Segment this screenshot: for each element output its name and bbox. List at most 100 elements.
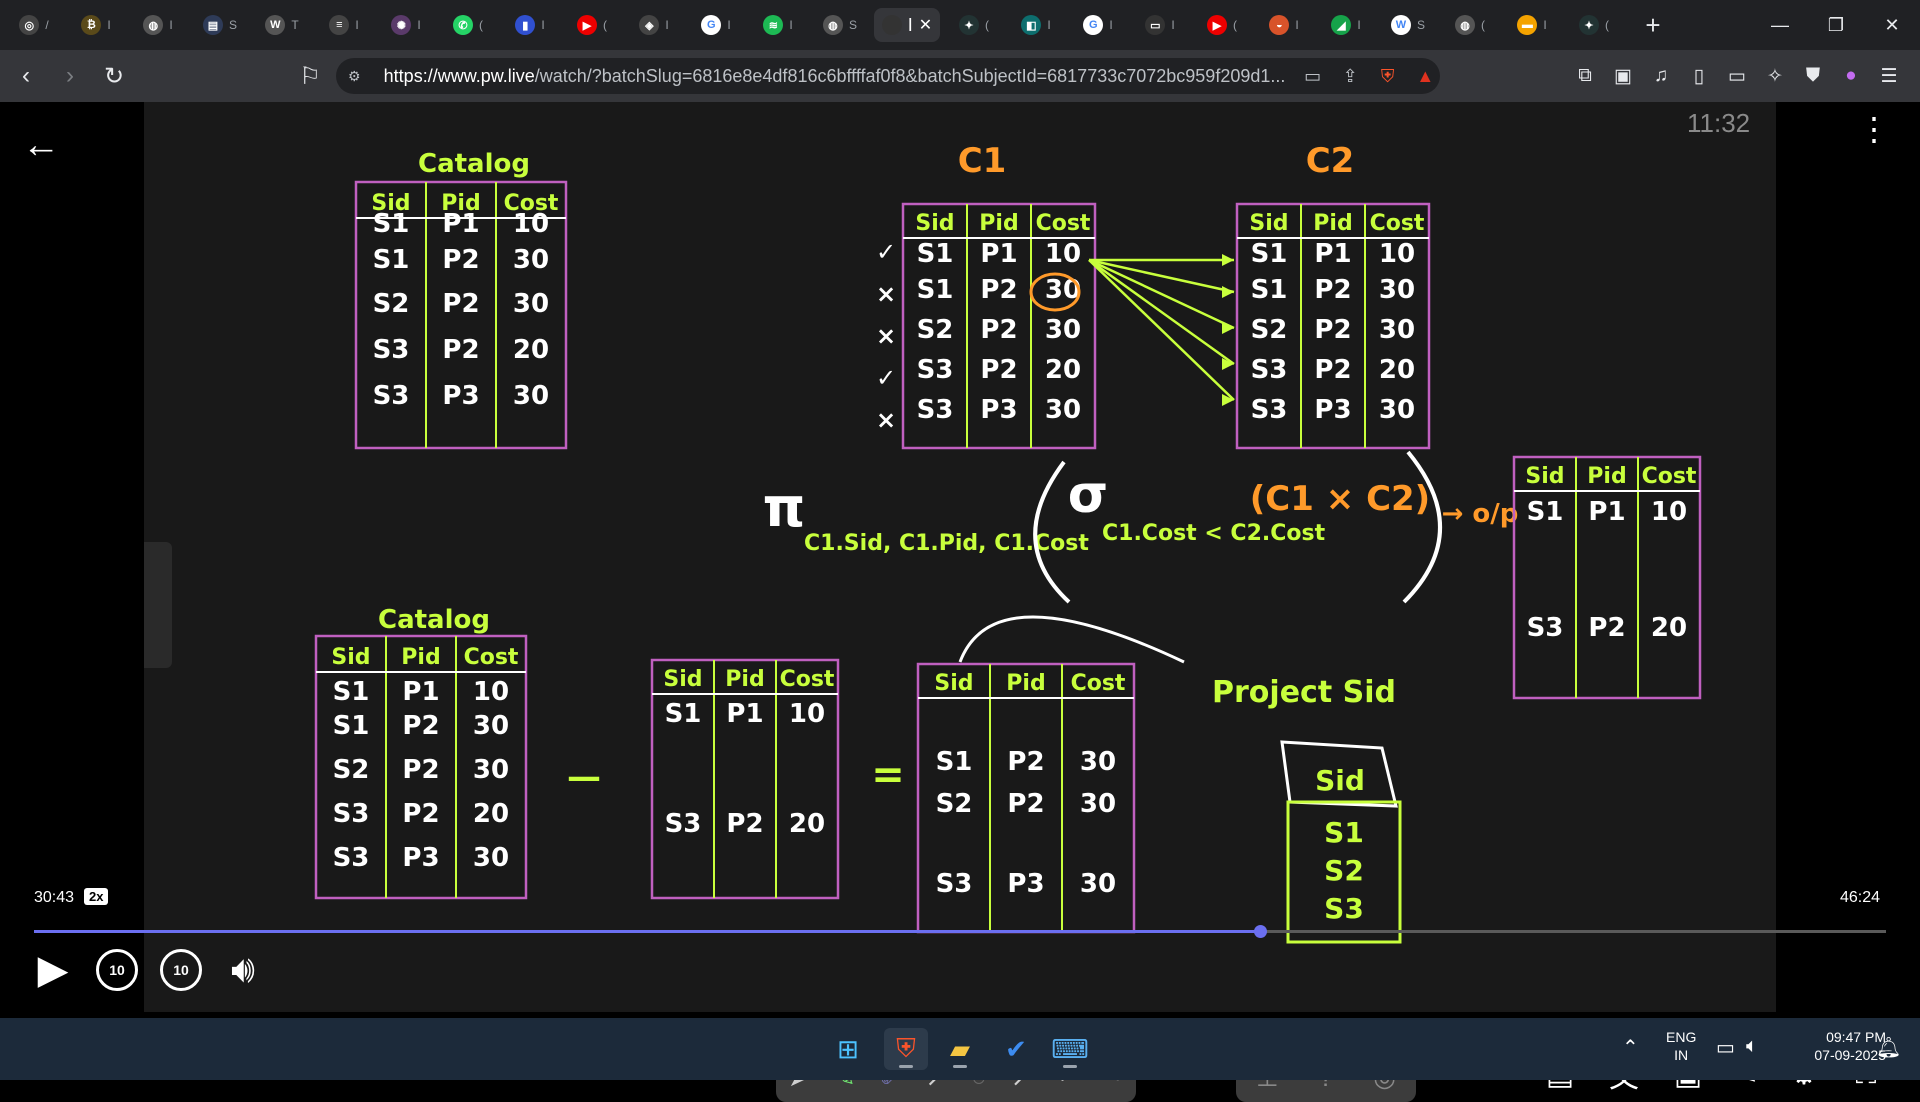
progress-knob[interactable] [1254,925,1268,938]
screenshot-icon[interactable]: ▣ [1604,58,1642,94]
browser-tab[interactable]: ▶( [1194,8,1250,42]
browser-tab[interactable]: ✦( [946,8,1002,42]
forward-10-button[interactable]: 10 [158,947,204,993]
play-icon[interactable]: ▶ [30,947,76,993]
brave-shield-icon[interactable]: ⛨ [1373,61,1403,91]
profile-icon[interactable]: ● [1832,58,1870,94]
whatsapp-icon: ✆ [453,15,473,35]
subtract-table-cell: P1 [726,699,763,729]
close-window-button[interactable]: ✕ [1864,0,1920,50]
wikipedia-icon: W [1390,15,1411,35]
tab-title: I [1109,18,1113,32]
cast-icon[interactable]: ▭ [1298,61,1328,91]
bookmark-icon[interactable]: ⚐ [292,58,328,94]
browser-tab[interactable]: GI [688,8,744,42]
catalog2-table-cell: 30 [473,711,509,741]
speed-badge[interactable]: 2x [84,888,109,905]
result-table-cell: P2 [1007,747,1044,777]
browser-tab[interactable]: WS [1380,8,1436,42]
browser-tab[interactable]: ◈ I [626,8,682,42]
sidebar-icon[interactable]: ▯ [1680,58,1718,94]
subtract-table-cell: S1 [665,699,702,729]
share-icon[interactable]: ⇪ [1335,61,1365,91]
media-icon[interactable]: ♫ [1642,58,1680,94]
language-indicator[interactable]: ENG IN [1666,1028,1696,1064]
ai-icon[interactable]: ✧ [1756,58,1794,94]
rewind-10-button[interactable]: 10 [94,947,140,993]
restore-button[interactable]: ❐ [1808,0,1864,50]
c1-table-header: Pid [979,211,1018,236]
youtube-icon: ▶ [577,15,597,35]
notification-bell-icon[interactable]: 🔔︎ [1876,1035,1901,1060]
back-arrow-icon[interactable]: ← [22,124,60,167]
menu-icon[interactable]: ☰ [1870,58,1908,94]
c1-mark: × [876,406,896,434]
browser-tab[interactable]: ◍( [1442,8,1498,42]
vpn-icon[interactable]: ⛊ [1794,58,1832,94]
browser-tab[interactable]: WT [254,8,310,42]
address-bar[interactable]: ⚙ https://www.pw.live/watch/?batchSlug=6… [336,58,1440,94]
browser-tab[interactable]: ▤ S [192,8,248,42]
close-tab-icon[interactable]: ✕ [919,15,932,35]
c1-table-cell: P3 [980,395,1017,425]
browser-tab[interactable]: ≡ I [316,8,372,42]
tab-title: ( [479,18,483,32]
arrow-head [1222,322,1234,334]
tray-overflow-icon[interactable]: ⌃ [1622,1035,1639,1060]
brave-rewards-icon[interactable]: ▲ [1410,61,1440,91]
side-panel-handle[interactable] [144,542,172,668]
back-button[interactable]: ‹ [8,58,44,94]
browser-tab[interactable]: ◒ I [1256,8,1312,42]
catalog2-table-header: Pid [401,645,440,670]
browser-tab[interactable]: ◧ I [1008,8,1064,42]
browser-tab[interactable]: ✦( [1566,8,1622,42]
reload-button[interactable]: ↻ [96,58,132,94]
windows-start-icon[interactable]: ⊞ [826,1028,870,1070]
browser-tab[interactable]: ◍ S [812,8,868,42]
browser-tab[interactable]: ▮ I [502,8,558,42]
site-info-icon[interactable]: ⚙ [348,68,370,85]
speaker-icon[interactable]: 🔈︎ [1746,1035,1758,1058]
volume-icon[interactable]: 🔊︎ [220,947,266,993]
browser-tab[interactable]: ▬ I [1504,8,1560,42]
todo-app-icon[interactable]: ✔ [994,1028,1038,1070]
browser-tab[interactable]: ≋ I [750,8,806,42]
output-label: → o/p [1442,499,1519,529]
browser-tab[interactable]: ▭ I [1132,8,1188,42]
tab-title: S [1416,18,1425,32]
video-player[interactable]: Catalog Sid Pid Cost S1 P1 10 S1 P2 30 S2 P2 30 S3 P2 2… [0,102,1920,1102]
catalog2-table-cell: P3 [402,843,439,873]
browser-tab[interactable]: ◎ / [6,8,62,42]
network-icon[interactable]: ▭ [1716,1035,1735,1060]
browser-tab[interactable]: GI [1070,8,1126,42]
arrow-head [1222,286,1234,298]
keyboard-app-icon[interactable]: ⌨ [1048,1028,1092,1070]
window-controls: — ❐ ✕ [1752,0,1920,50]
extensions-icon[interactable]: ⧉ [1566,58,1604,94]
url-domain: https://www.pw.live [383,65,535,86]
clock[interactable]: 09:47 PM 07-09-2025 [1786,1028,1886,1064]
browser-tab[interactable]: I ✕ [874,8,940,42]
minimize-button[interactable]: — [1752,0,1808,50]
globe-icon: ◍ [822,15,843,35]
browser-tab[interactable]: ▶( [564,8,620,42]
browser-tab[interactable]: ◢ I [1318,8,1374,42]
wallet-icon[interactable]: ▭ [1718,58,1756,94]
output-table-cell: P2 [1588,613,1625,643]
url-text[interactable]: https://www.pw.live/watch/?batchSlug=681… [384,66,1290,87]
brave-app-icon[interactable]: ⛨ [884,1028,928,1070]
new-tab-button[interactable]: + [1636,10,1670,41]
browser-tab[interactable]: ✺ I [378,8,434,42]
projection-subscript: C1.Sid, C1.Pid, C1.Cost [804,531,1089,556]
file-explorer-icon[interactable]: ▰ [938,1028,982,1070]
c2-table-cell: 30 [1379,315,1415,345]
more-options-icon[interactable]: ⋮ [1858,113,1890,145]
c2-title: C2 [1306,141,1355,181]
forward-button[interactable]: › [52,58,88,94]
tab-title: ( [1233,18,1237,32]
tab-bar: ◎ / ₿ I ◍ I ▤ S W T ≡ I ✺ I ✆(▮ I ▶(◈ I G I ≋ I ◍ S I ✕ ✦(◧ I G I ▭ I ▶(… [0,0,1920,50]
browser-tab[interactable]: ₿ I [68,8,124,42]
browser-tab[interactable]: ✆( [440,8,496,42]
browser-tab[interactable]: ◍ I [130,8,186,42]
progress-bar[interactable] [34,925,1886,938]
